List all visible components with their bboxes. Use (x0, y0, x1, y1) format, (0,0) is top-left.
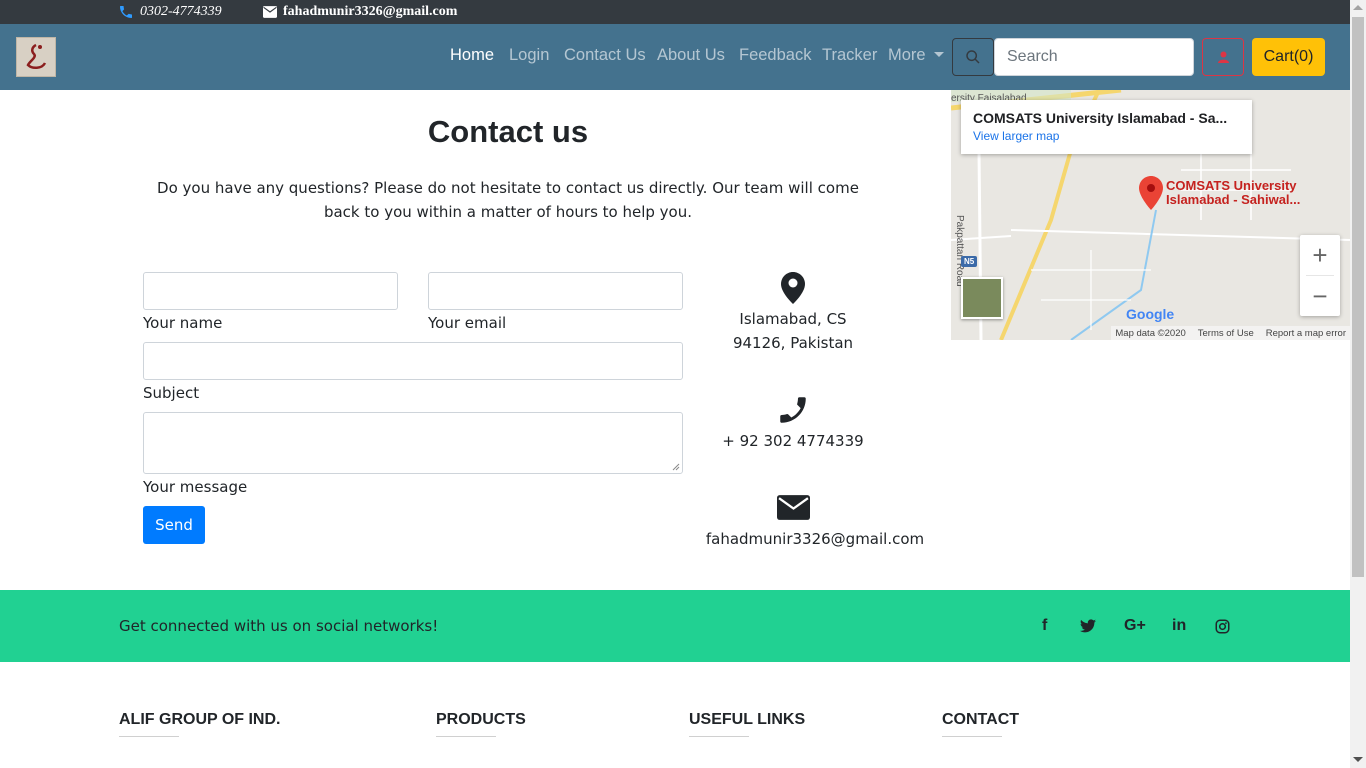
subject-label: Subject (143, 384, 200, 402)
name-field[interactable] (143, 272, 398, 310)
email-label: Your email (428, 314, 507, 332)
message-field[interactable] (143, 412, 683, 474)
zoom-in-button[interactable]: + (1300, 235, 1340, 275)
footer-divider (689, 736, 749, 737)
map-attribution: Map data ©2020 Terms of Use Report a map… (1111, 326, 1350, 340)
footer-divider (119, 736, 179, 737)
nav-more-label: More (888, 46, 926, 64)
phone-text: + 92 302 4774339 (722, 432, 864, 450)
nav-contact-us[interactable]: Contact Us (564, 46, 646, 65)
user-account-button[interactable] (1202, 38, 1244, 76)
envelope-icon (773, 495, 813, 520)
topbar-email-text: fahadmunir3326@gmail.com (283, 4, 458, 19)
message-label: Your message (143, 478, 248, 496)
map-pin-icon[interactable] (1139, 176, 1163, 210)
social-band: Get connected with us on social networks… (0, 590, 1350, 662)
map-road-label: Pakpattan Road (954, 215, 965, 287)
route-badge: N5 (961, 256, 978, 267)
topbar-email: fahadmunir3326@gmail.com (263, 4, 457, 20)
subject-field[interactable] (143, 342, 683, 380)
map-data-text: Map data ©2020 (1115, 327, 1186, 339)
map-marker-icon (773, 272, 813, 304)
zoom-out-button[interactable]: − (1300, 276, 1340, 316)
page-title: Contact us (427, 114, 589, 149)
contact-intro: Do you have any questions? Please do not… (157, 179, 859, 221)
name-label: Your name (143, 314, 223, 332)
search-button[interactable] (952, 38, 994, 76)
topbar-phone-text: 0302-4774339 (140, 4, 222, 19)
social-message: Get connected with us on social networks… (119, 617, 439, 635)
chevron-down-icon (933, 52, 944, 57)
send-button[interactable]: Send (143, 506, 205, 544)
map-larger-link[interactable]: View larger map (973, 129, 1240, 143)
phone-icon (773, 393, 813, 427)
map-zoom-controls: + − (1300, 235, 1340, 316)
facebook-icon[interactable]: f (1042, 617, 1047, 635)
address-text: Islamabad, CS 94126, Pakistan (732, 310, 854, 352)
linkedin-icon[interactable]: in (1172, 617, 1186, 635)
footer-divider (436, 736, 496, 737)
envelope-icon (263, 6, 277, 18)
top-contact-bar: 0302-4774339 fahadmunir3326@gmail.com (0, 0, 1350, 24)
user-icon (1217, 51, 1229, 63)
nav-tracker[interactable]: Tracker (822, 46, 877, 65)
nav-feedback[interactable]: Feedback (739, 46, 811, 65)
satellite-toggle[interactable] (961, 277, 1003, 319)
map-place-card: COMSATS University Islamabad - Sa... Vie… (961, 100, 1252, 154)
nav-home[interactable]: Home (450, 46, 494, 65)
twitter-icon[interactable] (1080, 619, 1096, 633)
google-plus-icon[interactable]: G+ (1124, 617, 1146, 635)
instagram-icon[interactable] (1215, 619, 1230, 634)
nav-about-us[interactable]: About Us (657, 46, 725, 65)
search-input[interactable] (994, 38, 1194, 76)
email-field[interactable] (428, 272, 683, 310)
footer-divider (942, 736, 1002, 737)
footer-heading-company: ALIF GROUP OF IND. (119, 711, 281, 728)
footer-heading-contact: CONTACT (942, 711, 1020, 728)
nav-login[interactable]: Login (509, 46, 549, 65)
map-report-link[interactable]: Report a map error (1266, 328, 1346, 339)
search-icon (966, 50, 980, 64)
cart-button[interactable]: Cart(0) (1252, 38, 1325, 76)
embedded-map[interactable]: ersity Faisalabad Pakpattan Road N5 COMS… (951, 90, 1350, 340)
map-place-title: COMSATS University Islamabad - Sa... (973, 110, 1228, 126)
resize-handle-icon[interactable] (672, 463, 680, 471)
scroll-down-arrow-icon[interactable] (1353, 757, 1363, 762)
map-pin-label: COMSATS University Islamabad - Sahiwal..… (1166, 178, 1301, 207)
nav-more-dropdown[interactable]: More (888, 46, 944, 65)
google-logo: Google (1126, 306, 1175, 322)
main-navbar: Home Login Contact Us About Us Feedback … (0, 24, 1350, 90)
footer-heading-useful-links: USEFUL LINKS (689, 711, 806, 728)
footer-heading-products: PRODUCTS (436, 711, 526, 728)
logo-icon (26, 43, 47, 69)
email-text: fahadmunir3326@gmail.com (705, 530, 925, 548)
scroll-up-arrow-icon[interactable] (1353, 5, 1363, 10)
phone-icon (120, 5, 132, 18)
scrollbar-thumb[interactable] (1352, 17, 1364, 577)
topbar-phone: 0302-4774339 (118, 4, 222, 20)
site-logo[interactable] (16, 37, 56, 77)
map-terms-link[interactable]: Terms of Use (1198, 328, 1254, 339)
